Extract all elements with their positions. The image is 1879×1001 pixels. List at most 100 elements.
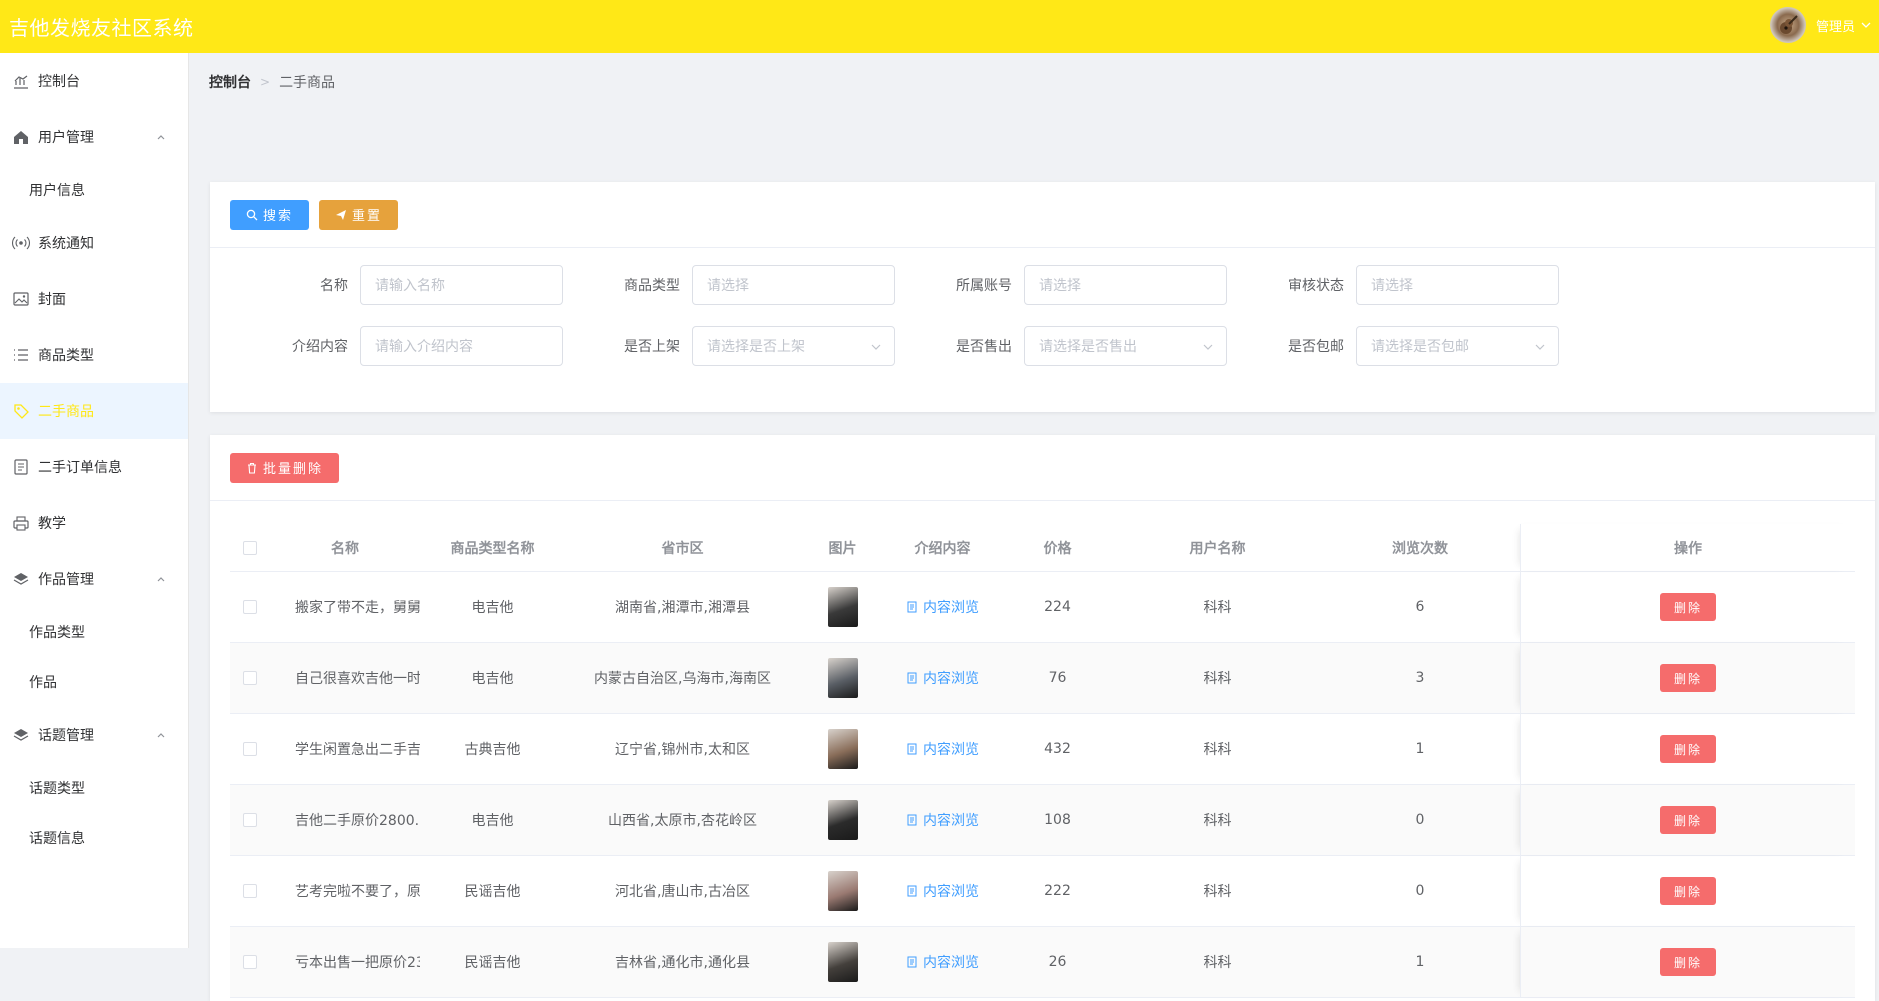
row-checkbox-cell [230,600,270,614]
view-content-link[interactable]: 内容浏览 [906,739,979,759]
cell-image [800,587,885,627]
input-placeholder: 请选择 [707,278,749,294]
cell-actions: 删除 [1520,714,1855,784]
cell-actions: 删除 [1520,927,1855,997]
delete-button[interactable]: 删除 [1659,593,1716,621]
image-icon [12,290,30,308]
sidebar-item-user-management[interactable]: 用户管理 [0,109,188,165]
name-input[interactable]: 请输入名称 [360,265,563,305]
product-thumbnail[interactable] [827,942,858,982]
batch-delete-button[interactable]: 批量删除 [230,452,340,483]
product-thumbnail[interactable] [827,871,858,911]
cell-type: 民谣吉他 [464,884,521,900]
app-title: 吉他发烧友社区系统 [9,16,194,40]
row-checkbox-cell [230,742,270,756]
view-content-label: 内容浏览 [923,742,979,758]
row-checkbox[interactable] [243,600,257,614]
table-toolbar: 批量删除 [210,435,1875,501]
row-checkbox[interactable] [243,813,257,827]
breadcrumb-home[interactable]: 控制台 [209,72,251,92]
sidebar-item-works[interactable]: 作品 [0,657,188,707]
product-thumbnail[interactable] [827,800,858,840]
sidebar-item-topic-management[interactable]: 话题管理 [0,707,188,763]
cell-area: 内蒙古自治区,乌海市,海南区 [594,671,771,687]
field-label: 介绍内容 [292,339,348,355]
field-label: 审核状态 [1288,278,1344,294]
input-placeholder: 请输入名称 [375,278,445,294]
intro-input[interactable]: 请输入介绍内容 [360,326,563,366]
cell-user: 科科 [1203,955,1232,971]
cell-actions: 删除 [1520,643,1855,713]
search-form: 名称 请输入名称 商品类型 请选择 所属账号 请选择 审核状态 请选择 介绍内容… [210,248,1875,412]
sidebar-item-label: 作品管理 [38,572,94,588]
table-row: 艺考完啦不要了，原... 民谣吉他 河北省,唐山市,古冶区 内容浏览 222 科… [230,856,1855,927]
product-thumbnail[interactable] [827,658,858,698]
product-thumbnail[interactable] [827,587,858,627]
product-type-input[interactable]: 请选择 [692,265,895,305]
sidebar-item-system-notice[interactable]: 系统通知 [0,215,188,271]
chevron-up-icon [157,733,165,738]
trash-icon [248,462,256,474]
cell-user: 科科 [1203,671,1232,687]
cell-views: 0 [1415,883,1425,899]
document-icon [907,672,917,684]
sidebar-item-second-hand-goods[interactable]: 二手商品 [0,383,188,439]
field-sold: 是否售出 请选择是否售出 [904,326,1227,366]
delete-button[interactable]: 删除 [1659,948,1716,976]
cell-type: 电吉他 [471,671,514,687]
view-content-link[interactable]: 内容浏览 [906,952,979,972]
sidebar-item-teaching[interactable]: 教学 [0,495,188,551]
avatar[interactable] [1769,7,1806,43]
delete-button[interactable]: 删除 [1659,735,1716,763]
view-content-link[interactable]: 内容浏览 [906,597,979,617]
chevron-down-icon[interactable] [1859,18,1873,32]
select-all-checkbox[interactable] [243,540,257,555]
delete-button[interactable]: 删除 [1659,877,1716,905]
reset-button[interactable]: 重置 [319,199,399,230]
delete-button[interactable]: 删除 [1659,664,1716,692]
view-content-link[interactable]: 内容浏览 [906,810,979,830]
sold-select[interactable]: 请选择是否售出 [1024,326,1227,366]
user-name[interactable]: 管理员 [1816,16,1855,35]
sidebar-item-label: 系统通知 [38,236,94,252]
sidebar-item-cover[interactable]: 封面 [0,271,188,327]
cell-area: 吉林省,通化市,通化县 [615,955,750,971]
product-thumbnail[interactable] [827,729,858,769]
input-placeholder: 请选择是否上架 [707,339,805,355]
sidebar-item-works-management[interactable]: 作品管理 [0,551,188,607]
field-label: 商品类型 [624,278,680,294]
on-shelf-select[interactable]: 请选择是否上架 [692,326,895,366]
sidebar-item-user-info[interactable]: 用户信息 [0,165,188,215]
view-content-link[interactable]: 内容浏览 [906,668,979,688]
top-bar: 吉他发烧友社区系统 管理员 [0,0,1879,53]
row-checkbox[interactable] [243,742,257,756]
tag-icon [12,402,30,420]
sidebar-item-label: 二手商品 [38,404,94,420]
cell-price: 26 [1048,954,1067,970]
row-checkbox[interactable] [243,884,257,898]
row-checkbox[interactable] [243,671,257,685]
sidebar-item-topic-info[interactable]: 话题信息 [0,813,188,863]
row-checkbox[interactable] [243,955,257,969]
goods-table: 名称 商品类型名称 省市区 图片 介绍内容 价格 用户名称 浏览次数 操作 搬家… [230,524,1855,998]
sidebar-item-second-hand-orders[interactable]: 二手订单信息 [0,439,188,495]
sidebar-item-dashboard[interactable]: 控制台 [0,53,188,109]
user-menu[interactable]: 管理员 [1769,7,1873,43]
free-shipping-select[interactable]: 请选择是否包邮 [1356,326,1559,366]
cell-price: 76 [1048,670,1067,686]
sidebar-item-works-type[interactable]: 作品类型 [0,607,188,657]
audit-status-input[interactable]: 请选择 [1356,265,1559,305]
search-button[interactable]: 搜索 [230,199,310,230]
view-content-link[interactable]: 内容浏览 [906,881,979,901]
breadcrumb-current: 二手商品 [279,75,336,91]
sidebar-item-topic-type[interactable]: 话题类型 [0,763,188,813]
cell-price: 108 [1044,812,1071,828]
cell-image [800,942,885,982]
cell-name: 艺考完啦不要了，原... [295,884,420,900]
delete-button[interactable]: 删除 [1659,806,1716,834]
account-input[interactable]: 请选择 [1024,265,1227,305]
cell-area: 河北省,唐山市,古冶区 [615,884,750,900]
field-label: 是否售出 [956,339,1012,355]
sidebar-item-product-type[interactable]: 商品类型 [0,327,188,383]
cell-image [800,871,885,911]
